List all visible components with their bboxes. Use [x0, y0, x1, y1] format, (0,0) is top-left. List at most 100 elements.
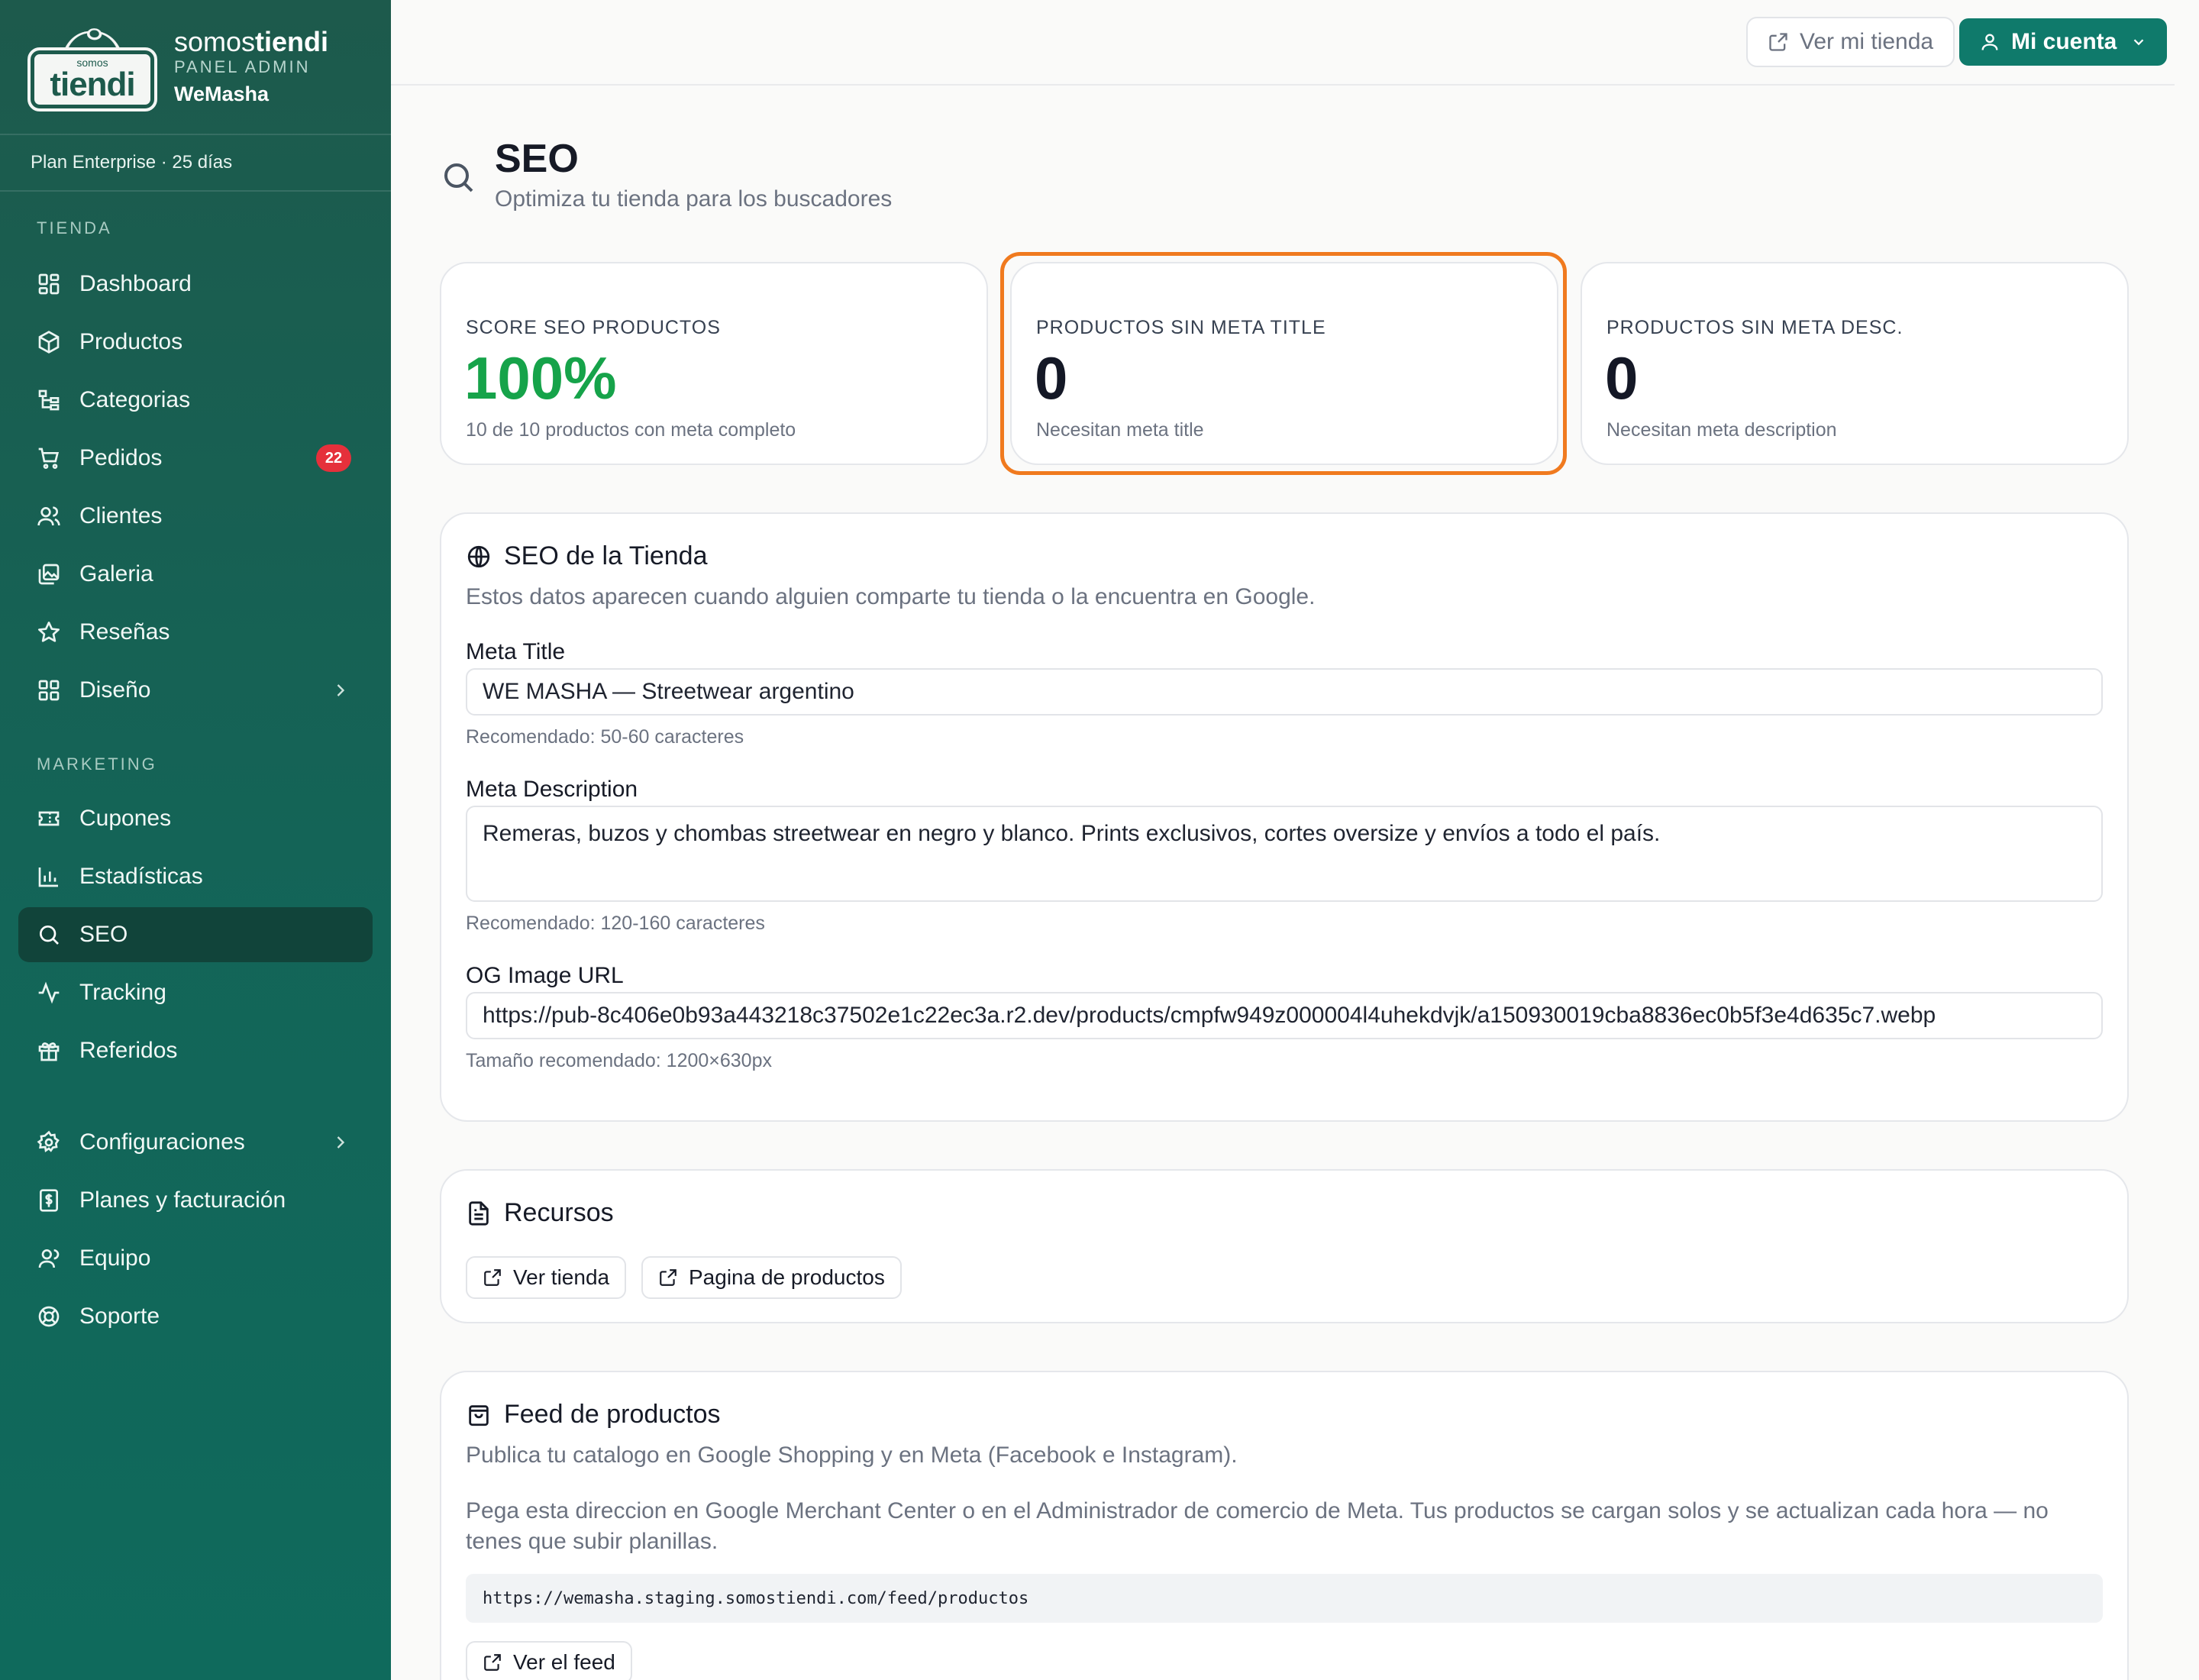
user-icon [1979, 31, 2000, 53]
sidebar-item-diseno[interactable]: Diseño [18, 663, 373, 718]
document-icon [466, 1200, 492, 1226]
meta-title-label: Meta Title [466, 639, 565, 665]
account-menu-button[interactable]: Mi cuenta [1959, 18, 2167, 66]
sidebar-item-label: Diseño [79, 677, 150, 703]
globe-icon [466, 544, 492, 570]
view-store-label: Ver mi tienda [1800, 29, 1933, 55]
users-icon [37, 504, 61, 528]
resources-title: Recursos [466, 1198, 614, 1228]
sidebar-item-label: Planes y facturación [79, 1187, 286, 1213]
page-subtitle: Optimiza tu tienda para los buscadores [495, 186, 892, 212]
og-image-url-input[interactable]: https://pub-8c406e0b93a443218c37502e1c22… [466, 992, 2103, 1039]
sidebar-item-label: Soporte [79, 1304, 160, 1329]
gift-icon [37, 1039, 61, 1063]
store-name: WeMasha [174, 80, 328, 108]
meta-title-input[interactable]: WE MASHA — Streetwear argentino [466, 668, 2103, 716]
orders-count-badge: 22 [316, 444, 351, 472]
sidebar-item-seo[interactable]: SEO [18, 907, 373, 962]
star-icon [37, 620, 61, 645]
grid-icon [37, 272, 61, 296]
sidebar-item-productos[interactable]: Productos [18, 315, 373, 370]
sidebar-item-galeria[interactable]: Galeria [18, 547, 373, 602]
external-link-icon [483, 1653, 502, 1672]
sidebar-item-equipo[interactable]: Equipo [18, 1231, 373, 1286]
product-feed-card: Feed de productos Publica tu catalogo en… [440, 1371, 2129, 1680]
plan-status[interactable]: Plan Enterprise · 25 días [0, 135, 391, 192]
sidebar-item-label: Galeria [79, 561, 153, 587]
sidebar-item-cupones[interactable]: Cupones [18, 791, 373, 846]
view-feed-button[interactable]: Ver el feed [466, 1641, 632, 1680]
sidebar-item-label: Tracking [79, 980, 166, 1006]
nav-section-tienda: TIENDA [0, 218, 112, 238]
stat-card-score: SCORE SEO PRODUCTOS 100% 10 de 10 produc… [440, 262, 988, 465]
page-title: SEO [495, 136, 579, 182]
sidebar-item-label: Reseñas [79, 619, 170, 645]
sidebar-item-tracking[interactable]: Tracking [18, 965, 373, 1020]
sidebar-item-clientes[interactable]: Clientes [18, 489, 373, 544]
stat-label: PRODUCTOS SIN META DESC. [1606, 317, 1903, 339]
feed-url[interactable]: https://wemasha.staging.somostiendi.com/… [466, 1574, 2103, 1623]
brand-name: somostiendi [174, 27, 328, 57]
products-page-link-button[interactable]: Pagina de productos [641, 1256, 902, 1299]
feed-title: Feed de productos [466, 1400, 721, 1430]
meta-description-label: Meta Description [466, 777, 638, 803]
topbar: Ver mi tienda Mi cuenta [391, 0, 2175, 86]
search-icon [440, 159, 476, 195]
sidebar-item-categorias[interactable]: Categorias [18, 373, 373, 428]
images-icon [37, 562, 61, 586]
shopping-bag-icon [466, 1402, 492, 1428]
sidebar-item-dashboard[interactable]: Dashboard [18, 257, 373, 312]
resources-card: Recursos Ver tienda Pagina de productos [440, 1169, 2129, 1323]
sidebar-item-label: Productos [79, 329, 182, 355]
sidebar-item-pedidos[interactable]: Pedidos 22 [18, 431, 373, 486]
view-store-link-button[interactable]: Ver tienda [466, 1256, 626, 1299]
receipt-icon [37, 1188, 61, 1213]
meta-description-textarea[interactable]: Remeras, buzos y chombas streetwear en n… [466, 806, 2103, 902]
external-link-icon [1768, 31, 1789, 53]
sidebar-item-label: Pedidos [79, 445, 162, 471]
sidebar-item-label: SEO [79, 922, 128, 948]
sidebar-item-planes[interactable]: Planes y facturación [18, 1173, 373, 1228]
view-store-button[interactable]: Ver mi tienda [1746, 17, 1955, 67]
stat-note: 10 de 10 productos con meta completo [466, 419, 796, 441]
external-link-icon [658, 1268, 678, 1287]
sidebar-item-label: Configuraciones [79, 1129, 245, 1155]
store-seo-title: SEO de la Tienda [466, 541, 708, 571]
sidebar-item-soporte[interactable]: Soporte [18, 1289, 373, 1344]
sidebar-item-resenas[interactable]: Reseñas [18, 605, 373, 660]
sidebar: somos tiendi somostiendi PANEL ADMIN WeM… [0, 0, 391, 1680]
sidebar-item-label: Estadísticas [79, 864, 203, 890]
tree-icon [37, 388, 61, 412]
chevron-down-icon [2130, 34, 2147, 50]
box-icon [37, 330, 61, 354]
og-image-label: OG Image URL [466, 963, 624, 989]
search-icon [37, 922, 61, 947]
feed-instructions: Pega esta direccion en Google Merchant C… [466, 1496, 2081, 1557]
sidebar-item-referidos[interactable]: Referidos [18, 1023, 373, 1078]
bar-chart-icon [37, 864, 61, 889]
sidebar-item-label: Categorias [79, 387, 190, 413]
account-label: Mi cuenta [2011, 29, 2117, 55]
store-seo-description: Estos datos aparecen cuando alguien comp… [466, 584, 1315, 610]
brand-header[interactable]: somos tiendi somostiendi PANEL ADMIN WeM… [0, 0, 391, 135]
chevron-right-icon [330, 680, 351, 701]
external-link-icon [483, 1268, 502, 1287]
meta-title-hint: Recomendado: 50-60 caracteres [466, 726, 744, 748]
activity-icon [37, 981, 61, 1005]
stat-value: 100% [464, 346, 617, 410]
tiendi-logo: somos tiendi [31, 26, 154, 108]
stat-value: 0 [1605, 346, 1638, 410]
store-seo-card: SEO de la Tienda Estos datos aparecen cu… [440, 512, 2129, 1122]
sidebar-item-label: Clientes [79, 503, 162, 529]
gear-icon [37, 1130, 61, 1155]
chevron-right-icon [330, 1132, 351, 1153]
meta-description-hint: Recomendado: 120-160 caracteres [466, 913, 765, 935]
sidebar-item-label: Dashboard [79, 271, 192, 297]
ticket-icon [37, 806, 61, 831]
sidebar-item-estadisticas[interactable]: Estadísticas [18, 849, 373, 904]
team-icon [37, 1246, 61, 1271]
lifebuoy-icon [37, 1304, 61, 1329]
cart-icon [37, 446, 61, 470]
sidebar-item-label: Equipo [79, 1245, 150, 1271]
sidebar-item-configuraciones[interactable]: Configuraciones [18, 1115, 373, 1170]
